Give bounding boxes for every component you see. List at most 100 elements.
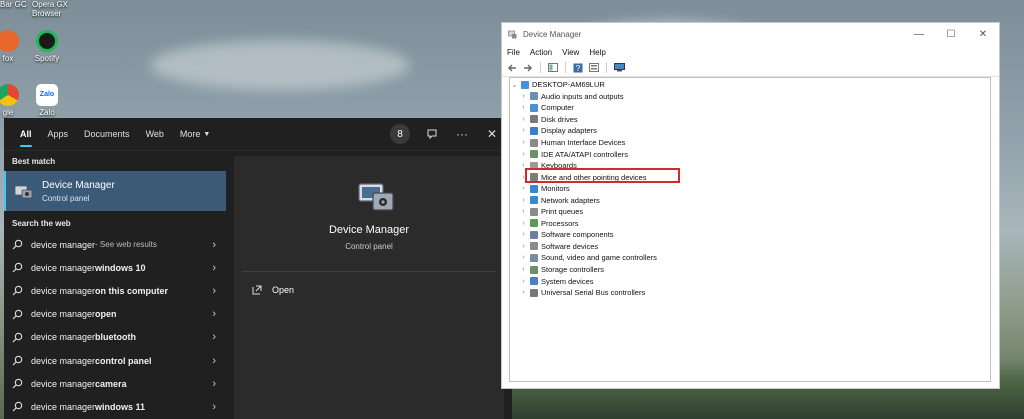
chrome-icon [0, 84, 19, 106]
device-category-icon [530, 288, 538, 297]
chevron-right-icon[interactable]: › [519, 104, 528, 111]
tab-all[interactable]: All [12, 118, 40, 151]
web-result-item[interactable]: device manager open › [4, 303, 226, 326]
device-category-icon [530, 196, 538, 205]
device-category-icon [530, 230, 538, 239]
tree-root-label: DESKTOP-AM69LUR [532, 80, 605, 90]
tree-children: › Audio inputs and outputs › Computer › Disk … [510, 91, 990, 299]
chevron-right-icon: › [212, 238, 216, 251]
chevron-right-icon[interactable]: › [519, 289, 528, 296]
open-action[interactable]: Open [252, 285, 294, 295]
chevron-right-icon[interactable]: › [519, 231, 528, 238]
device-manager-icon [508, 30, 517, 38]
maximize-icon[interactable]: ☐ [935, 23, 967, 45]
tree-category[interactable]: › Processors [510, 218, 990, 230]
chevron-right-icon[interactable]: › [519, 185, 528, 192]
chevron-right-icon[interactable]: › [519, 127, 528, 134]
tab-more[interactable]: More ▼ [172, 118, 218, 151]
tree-category[interactable]: › Storage controllers [510, 264, 990, 276]
start-search-panel: All Apps Documents Web More ▼ 8 ··· ✕ Be… [4, 118, 512, 419]
properties-icon[interactable]: ? [572, 62, 584, 73]
forward-arrow-icon[interactable] [522, 62, 534, 73]
tree-category[interactable]: › Human Interface Devices [510, 137, 990, 149]
chevron-right-icon[interactable]: › [519, 139, 528, 146]
computer-icon [521, 80, 529, 89]
desktop-shortcut-spotify[interactable]: Spotify [21, 30, 73, 63]
search-icon [12, 263, 23, 273]
chevron-right-icon[interactable]: › [519, 93, 528, 100]
desktop-shortcut-zalo[interactable]: Zalo Zalo [21, 84, 73, 117]
minimize-icon[interactable]: — [903, 23, 935, 45]
scan-hardware-icon[interactable] [613, 62, 625, 73]
tree-category-label: Display adapters [541, 126, 597, 136]
web-result-item[interactable]: device manager windows 10 › [4, 256, 226, 279]
tree-category[interactable]: › Sound, video and game controllers [510, 252, 990, 264]
chevron-right-icon[interactable]: › [519, 197, 528, 204]
tree-category-label: Computer [541, 103, 574, 113]
chevron-right-icon[interactable]: › [519, 266, 528, 273]
device-category-icon [530, 277, 538, 286]
device-category-icon [530, 265, 538, 274]
feedback-icon[interactable] [424, 126, 440, 142]
chevron-right-icon[interactable]: › [519, 116, 528, 123]
close-icon[interactable]: ✕ [484, 126, 500, 142]
tree-category[interactable]: › Network adapters [510, 194, 990, 206]
back-arrow-icon[interactable] [506, 62, 518, 73]
device-manager-icon [14, 185, 33, 199]
tree-category[interactable]: › IDE ATA/ATAPI controllers [510, 148, 990, 160]
tree-category[interactable]: › Monitors [510, 183, 990, 195]
chevron-right-icon[interactable]: › [519, 278, 528, 285]
more-options-icon[interactable]: ··· [454, 126, 470, 142]
tree-category-label: Sound, video and game controllers [541, 253, 657, 263]
menu-help[interactable]: Help [589, 48, 605, 57]
tree-category[interactable]: › Computer [510, 102, 990, 114]
chevron-right-icon[interactable]: › [519, 208, 528, 215]
device-manager-icon [358, 183, 394, 211]
tab-web[interactable]: Web [138, 118, 172, 151]
menu-action[interactable]: Action [530, 48, 552, 57]
web-result-item[interactable]: device manager - See web results › [4, 233, 226, 256]
chevron-down-icon[interactable]: ⌄ [510, 81, 519, 89]
title-bar[interactable]: Device Manager — ☐ ✕ [502, 23, 999, 45]
tree-category[interactable]: › Audio inputs and outputs [510, 91, 990, 103]
web-result-item[interactable]: device manager control panel › [4, 349, 226, 372]
web-result-item[interactable]: device manager bluetooth › [4, 326, 226, 349]
best-match-item[interactable]: Device Manager Control panel [4, 171, 226, 211]
menu-view[interactable]: View [562, 48, 579, 57]
show-hide-tree-icon[interactable] [547, 62, 559, 73]
web-result-item[interactable]: device manager camera › [4, 372, 226, 395]
highlight-annotation [525, 168, 680, 183]
zalo-icon: Zalo [36, 84, 58, 106]
web-result-prefix: device manager [31, 332, 96, 343]
close-icon[interactable]: ✕ [967, 23, 999, 45]
device-category-icon [530, 138, 538, 147]
tree-category[interactable]: › Software components [510, 229, 990, 241]
tree-category[interactable]: › System devices [510, 275, 990, 287]
best-match-header: Best match [12, 157, 56, 166]
firefox-icon [0, 30, 19, 52]
chevron-right-icon[interactable]: › [519, 151, 528, 158]
search-icon [12, 378, 23, 389]
web-result-emphasis: windows 11 [95, 401, 146, 412]
tree-category[interactable]: › Universal Serial Bus controllers [510, 287, 990, 299]
web-result-item[interactable]: device manager windows 11 › [4, 395, 226, 418]
preview-subtitle: Control panel [345, 242, 393, 251]
rewards-badge[interactable]: 8 [390, 124, 410, 144]
web-result-emphasis: camera [95, 378, 127, 389]
update-driver-icon[interactable] [588, 62, 600, 73]
chevron-right-icon[interactable]: › [519, 254, 528, 261]
tree-category[interactable]: › Display adapters [510, 125, 990, 137]
web-result-item[interactable]: device manager on this computer › [4, 279, 226, 302]
tree-category-label: Storage controllers [541, 265, 604, 275]
tree-category[interactable]: › Disk drives [510, 114, 990, 126]
tree-category-label: Software components [541, 230, 614, 240]
tree-root[interactable]: ⌄ DESKTOP-AM69LUR [510, 79, 990, 91]
svg-text:?: ? [576, 64, 581, 73]
tab-documents[interactable]: Documents [76, 118, 138, 151]
tree-category[interactable]: › Print queues [510, 206, 990, 218]
menu-file[interactable]: File [507, 48, 520, 57]
tree-category[interactable]: › Software devices [510, 241, 990, 253]
chevron-right-icon[interactable]: › [519, 243, 528, 250]
tab-apps[interactable]: Apps [40, 118, 77, 151]
chevron-right-icon[interactable]: › [519, 220, 528, 227]
